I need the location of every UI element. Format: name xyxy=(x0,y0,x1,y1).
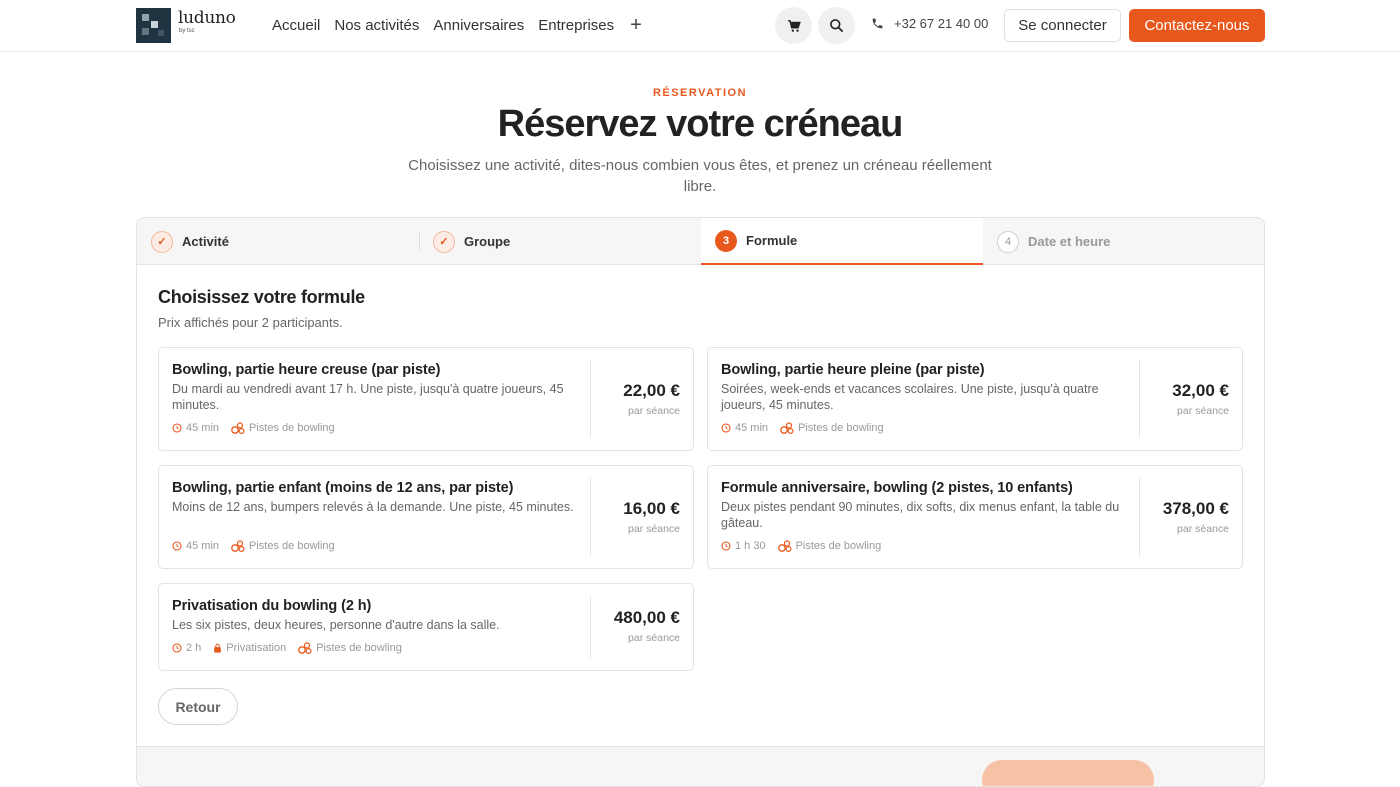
page-subtitle: Choisissez une activité, dites-nous comb… xyxy=(408,157,992,195)
formula-duration: 1 h 30 xyxy=(735,540,766,552)
logo-mark-icon xyxy=(136,8,171,43)
step-groupe[interactable]: ✓ Groupe xyxy=(419,218,701,265)
clock-icon xyxy=(721,423,731,433)
formula-name: Privatisation du bowling (2 h) xyxy=(172,598,372,614)
site-header: luduno by tsc Accueil Nos activités Anni… xyxy=(0,0,1400,52)
clock-icon xyxy=(721,541,731,551)
back-button[interactable]: Retour xyxy=(158,688,238,725)
formula-price: 480,00 € xyxy=(613,608,680,627)
clock-icon xyxy=(172,423,182,433)
phone-link[interactable]: +32 67 21 40 00 xyxy=(871,16,988,31)
cart-icon xyxy=(787,19,801,32)
search-icon xyxy=(830,19,843,32)
page-title: Réservez votre créneau xyxy=(497,103,904,145)
nav-item-entreprises[interactable]: Entreprises xyxy=(538,16,614,36)
main-nav: Accueil Nos activités Anniversaires Entr… xyxy=(272,15,642,36)
bowling-icon xyxy=(298,642,312,654)
formula-name: Bowling, partie heure pleine (par piste) xyxy=(721,362,985,378)
formula-name: Formule anniversaire, bowling (2 pistes,… xyxy=(721,480,1073,496)
nav-item-anniversaires[interactable]: Anniversaires xyxy=(433,16,524,36)
step-label: Date et heure xyxy=(1028,234,1111,249)
nav-item-accueil[interactable]: Accueil xyxy=(272,16,320,36)
step-label: Formule xyxy=(746,233,798,248)
formula-place: Pistes de bowling xyxy=(316,642,402,654)
panel-footer xyxy=(137,746,1264,786)
section-subtitle: Prix affichés pour 2 participants. xyxy=(158,315,343,330)
formula-private: Privatisation xyxy=(226,642,287,654)
brand-name: luduno xyxy=(178,8,236,28)
brand-logo[interactable]: luduno by tsc xyxy=(136,8,236,43)
step-date-heure[interactable]: 4 Date et heure xyxy=(983,218,1264,265)
formula-duration: 2 h xyxy=(186,642,202,654)
stepper: ✓ Activité ✓ Groupe 3 Formule 4 Date et … xyxy=(137,218,1264,265)
formula-description: Du mardi au vendredi avant 17 h. Une pis… xyxy=(172,382,564,412)
formula-description: Moins de 12 ans, bumpers relevés à la de… xyxy=(172,500,574,514)
formula-price: 378,00 € xyxy=(1162,499,1229,518)
formula-tags: 2 h Privatisation Pistes de bowling xyxy=(172,642,414,654)
bowling-icon xyxy=(777,540,792,552)
formula-price: 22,00 € xyxy=(623,381,680,400)
step-label: Groupe xyxy=(464,234,511,249)
formula-price-unit: par séance xyxy=(628,523,680,535)
check-icon: ✓ xyxy=(151,230,173,253)
formula-tags: 45 min Pistes de bowling xyxy=(172,422,347,434)
formula-duration: 45 min xyxy=(186,540,220,552)
formula-card[interactable]: Formule anniversaire, bowling (2 pistes,… xyxy=(707,465,1243,569)
phone-icon xyxy=(872,18,883,29)
clock-icon xyxy=(172,643,182,653)
step-activite[interactable]: ✓ Activité xyxy=(137,218,419,265)
formula-price: 16,00 € xyxy=(623,499,680,518)
contact-button[interactable]: Contactez-nous xyxy=(1129,9,1265,42)
formula-card[interactable]: Bowling, partie heure creuse (par piste)… xyxy=(158,347,694,451)
clock-icon xyxy=(172,541,182,551)
formula-place: Pistes de bowling xyxy=(249,422,335,434)
formula-card[interactable]: Bowling, partie heure pleine (par piste)… xyxy=(707,347,1243,451)
section-eyebrow: RÉSERVATION xyxy=(652,87,748,99)
step-formule[interactable]: 3 Formule xyxy=(701,218,983,265)
step-label: Activité xyxy=(182,234,229,249)
bowling-icon xyxy=(231,540,245,552)
lock-icon xyxy=(214,643,222,653)
formula-tags: 1 h 30 Pistes de bowling xyxy=(721,540,893,552)
booking-panel: ✓ Activité ✓ Groupe 3 Formule 4 Date et … xyxy=(136,217,1265,787)
nav-more-button[interactable]: + xyxy=(630,15,642,36)
continue-button[interactable] xyxy=(982,760,1154,786)
section-title: Choisissez votre formule xyxy=(158,287,365,307)
check-icon: ✓ xyxy=(433,230,455,253)
formula-tags: 45 min Pistes de bowling xyxy=(172,540,347,552)
formula-card[interactable]: Privatisation du bowling (2 h) Les six p… xyxy=(158,583,694,671)
formula-price-unit: par séance xyxy=(628,632,680,644)
phone-number: +32 67 21 40 00 xyxy=(894,16,989,31)
bowling-icon xyxy=(231,422,245,434)
formula-description: Les six pistes, deux heures, personne d'… xyxy=(172,618,500,632)
formula-description: Soirées, week-ends et vacances scolaires… xyxy=(721,382,1099,412)
formula-duration: 45 min xyxy=(735,422,769,434)
formula-name: Bowling, partie heure creuse (par piste) xyxy=(172,362,441,378)
formula-duration: 45 min xyxy=(186,422,220,434)
bowling-icon xyxy=(780,422,794,434)
cart-button[interactable] xyxy=(775,7,812,44)
search-button[interactable] xyxy=(818,7,855,44)
formula-description: Deux pistes pendant 90 minutes, dix soft… xyxy=(721,500,1120,530)
formula-place: Pistes de bowling xyxy=(795,540,882,552)
formula-name: Bowling, partie enfant (moins de 12 ans,… xyxy=(172,480,514,496)
formula-place: Pistes de bowling xyxy=(798,422,884,434)
formula-price: 32,00 € xyxy=(1172,381,1229,400)
step-number: 4 xyxy=(997,230,1019,253)
brand-sub: by tsc xyxy=(179,28,195,34)
formula-card[interactable]: Bowling, partie enfant (moins de 12 ans,… xyxy=(158,465,694,569)
step-number: 3 xyxy=(715,229,737,252)
formula-price-unit: par séance xyxy=(1177,405,1229,417)
formula-place: Pistes de bowling xyxy=(249,540,335,552)
formula-tags: 45 min Pistes de bowling xyxy=(721,422,896,434)
formula-price-unit: par séance xyxy=(1177,523,1229,535)
nav-item-activites[interactable]: Nos activités xyxy=(334,16,419,36)
login-button[interactable]: Se connecter xyxy=(1004,9,1121,42)
formula-price-unit: par séance xyxy=(628,405,680,417)
